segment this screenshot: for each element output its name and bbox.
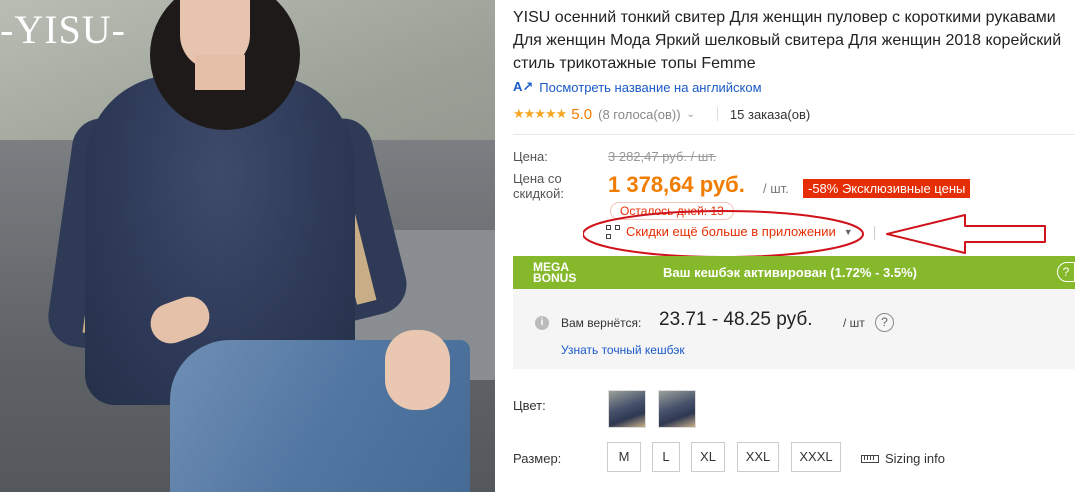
orders-count: 15 заказа(ов) [729,106,811,122]
discount-price-label: Цена со скидкой: [513,171,564,201]
info-icon: i [535,316,549,330]
mega-bonus-logo-line: BONUS [533,270,577,285]
sizing-info-label: Sizing info [885,451,945,466]
divider [716,107,718,121]
size-option[interactable]: XL [691,442,725,472]
exact-cashback-link[interactable]: Узнать точный кешбэк [561,343,685,357]
color-swatch[interactable] [658,390,696,428]
translate-link-label: Посмотреть название на английском [539,79,762,95]
discount-price: 1 378,64 руб. [608,172,745,197]
product-photo[interactable]: -YISU- [0,0,495,492]
cashback-range: 23.71 - 48.25 руб. [659,309,813,330]
cashback-unit: / шт [843,316,865,330]
title-line: YISU осенний тонкий свитер Для женщин пу… [513,9,1056,26]
ruler-icon [861,454,879,463]
annotation-ellipse [583,210,864,258]
size-option[interactable]: XXXL [791,442,841,472]
product-info-panel: YISU осенний тонкий свитер Для женщин пу… [513,0,1075,492]
rating-score: 5.0 [571,105,593,123]
discount-badge: -58% Эксклюзивные цены [803,179,971,198]
size-option[interactable]: M [607,442,641,472]
star-rating-icon: ★★★★★ [513,106,567,121]
size-option[interactable]: L [652,442,680,472]
size-option[interactable]: XXL [737,442,779,472]
annotation-arrow [886,214,1046,254]
photo-neck [195,55,245,90]
size-label: Размер: [513,451,562,466]
cashback-label: Вам вернётся: [561,316,642,330]
brand-watermark: -YISU- [0,7,126,52]
color-swatch[interactable] [608,390,646,428]
divider [513,134,1075,135]
rating-row: ★★★★★ 5.0 (8 голоса(ов)) ⌄ 15 заказа(ов) [513,104,810,124]
title-line: стиль трикотажные топы Femme [513,55,756,72]
old-price: 3 282,47 руб. / шт. [608,149,717,164]
sizing-info-link[interactable]: Sizing info [861,451,945,466]
mega-bonus-banner: MEGA BONUS Ваш кешбэк активирован (1.72%… [513,256,1075,289]
rating-votes-link[interactable]: (8 голоса(ов)) [598,107,680,122]
title-line: Для женщин Мода Яркий шелковый свитера Д… [513,32,1062,49]
price-unit: / шт. [763,181,789,196]
mega-bonus-logo: MEGA BONUS [533,261,593,285]
help-icon[interactable]: ? [1057,262,1075,282]
chevron-down-icon[interactable]: ⌄ [687,109,695,120]
question-icon[interactable]: ? [875,313,894,332]
price-label: Цена: [513,149,548,164]
product-title: YISU осенний тонкий свитер Для женщин пу… [513,6,1075,75]
cashback-activated-message: Ваш кешбэк активирован (1.72% - 3.5%) [663,265,917,280]
translate-title-link[interactable]: A↗ Посмотреть название на английском [513,79,762,95]
photo-hand [385,330,450,410]
translate-icon: A↗ [513,79,534,94]
color-label: Цвет: [513,398,546,413]
cashback-box: i Вам вернётся: 23.71 - 48.25 руб. / шт … [513,289,1075,369]
